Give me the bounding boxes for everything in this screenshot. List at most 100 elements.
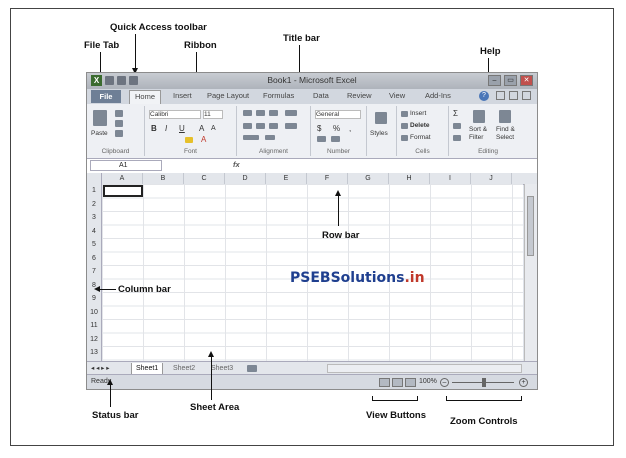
wrap-text-icon[interactable] [285, 110, 297, 116]
delete-cells-button[interactable]: Delete [410, 122, 430, 129]
font-name-select[interactable]: Calibri [149, 110, 201, 119]
sheet-tab-2[interactable]: Sheet2 [169, 363, 199, 374]
underline-button[interactable]: U [179, 124, 185, 133]
indent-icon[interactable] [243, 135, 259, 140]
find-select-icon[interactable] [499, 110, 511, 123]
help-icon[interactable]: ? [479, 91, 489, 101]
row-header[interactable]: 5 [87, 238, 101, 252]
styles-button[interactable]: Styles [370, 130, 388, 137]
align-right-icon[interactable] [269, 123, 278, 129]
comma-button[interactable]: , [349, 124, 351, 133]
grow-font-button[interactable]: A [199, 124, 204, 133]
tab-review[interactable]: Review [347, 91, 372, 100]
format-cells-button[interactable]: Format [410, 134, 431, 141]
tab-view[interactable]: View [389, 91, 405, 100]
fill-color-icon[interactable] [185, 137, 193, 143]
select-all-corner[interactable] [87, 173, 102, 184]
percent-button[interactable]: % [333, 124, 340, 133]
tab-addins[interactable]: Add-Ins [425, 91, 451, 100]
zoom-slider-thumb[interactable] [482, 378, 486, 387]
zoom-out-button[interactable]: – [440, 378, 449, 387]
column-header[interactable]: F [307, 173, 348, 184]
ribbon-restore-icon[interactable] [509, 91, 518, 100]
cut-icon[interactable] [115, 110, 123, 117]
sort-filter-button[interactable]: Sort & [469, 126, 487, 133]
column-header[interactable]: J [471, 173, 512, 184]
tab-file[interactable]: File [91, 90, 121, 103]
ribbon-close-icon[interactable] [522, 91, 531, 100]
row-header[interactable]: 4 [87, 225, 101, 239]
row-header[interactable]: 11 [87, 319, 101, 333]
normal-view-button[interactable] [379, 378, 390, 387]
fill-icon[interactable] [453, 123, 461, 129]
column-header[interactable]: D [225, 173, 266, 184]
minimize-button[interactable]: – [488, 75, 501, 86]
tab-insert[interactable]: Insert [173, 91, 192, 100]
row-header[interactable]: 9 [87, 292, 101, 306]
insert-cells-icon[interactable] [401, 111, 408, 117]
format-cells-icon[interactable] [401, 135, 408, 141]
align-bottom-icon[interactable] [269, 110, 278, 116]
vertical-scrollbar[interactable] [524, 184, 537, 361]
function-icon[interactable]: fx [233, 160, 240, 169]
active-cell[interactable] [103, 185, 143, 197]
autosum-button[interactable]: Σ [453, 109, 458, 118]
merge-center-icon[interactable] [285, 123, 297, 129]
insert-cells-button[interactable]: Insert [410, 110, 426, 117]
horizontal-scrollbar[interactable] [327, 364, 522, 373]
row-header[interactable]: 3 [87, 211, 101, 225]
row-header[interactable]: 13 [87, 346, 101, 360]
column-header[interactable]: H [389, 173, 430, 184]
shrink-font-button[interactable]: A [211, 125, 216, 132]
row-header[interactable]: 12 [87, 333, 101, 347]
restore-button[interactable]: ▭ [504, 75, 517, 86]
italic-button[interactable]: I [165, 124, 167, 133]
row-header[interactable]: 7 [87, 265, 101, 279]
align-left-icon[interactable] [243, 123, 252, 129]
copy-icon[interactable] [115, 120, 123, 127]
align-center-icon[interactable] [256, 123, 265, 129]
tab-data[interactable]: Data [313, 91, 329, 100]
page-layout-view-button[interactable] [392, 378, 403, 387]
column-header[interactable]: B [143, 173, 184, 184]
row-header[interactable]: 10 [87, 306, 101, 320]
bold-button[interactable]: B [151, 124, 157, 133]
delete-cells-icon[interactable] [401, 123, 408, 129]
column-header[interactable]: I [430, 173, 471, 184]
zoom-level[interactable]: 100% [419, 378, 437, 385]
column-header[interactable]: G [348, 173, 389, 184]
format-painter-icon[interactable] [115, 130, 123, 137]
page-break-view-button[interactable] [405, 378, 416, 387]
vertical-scroll-thumb[interactable] [527, 196, 534, 256]
align-top-icon[interactable] [243, 110, 252, 116]
sort-filter-icon[interactable] [473, 110, 485, 123]
tab-home[interactable]: Home [129, 90, 162, 104]
increase-decimal-icon[interactable] [317, 136, 326, 142]
row-header[interactable]: 2 [87, 198, 101, 212]
align-middle-icon[interactable] [256, 110, 265, 116]
paste-icon[interactable] [93, 110, 107, 126]
ribbon-minimize-icon[interactable] [496, 91, 505, 100]
column-header[interactable]: A [102, 173, 143, 184]
font-color-button[interactable]: A [201, 135, 206, 144]
currency-button[interactable]: $ [317, 124, 321, 133]
column-header[interactable]: C [184, 173, 225, 184]
styles-icon[interactable] [375, 112, 387, 124]
name-box[interactable]: A1 [90, 160, 162, 171]
insert-sheet-icon[interactable] [247, 365, 257, 372]
decrease-decimal-icon[interactable] [331, 136, 340, 142]
orientation-icon[interactable] [265, 135, 275, 140]
font-size-select[interactable]: 11 [203, 110, 223, 119]
tab-formulas[interactable]: Formulas [263, 91, 294, 100]
zoom-in-button[interactable]: + [519, 378, 528, 387]
find-select-button[interactable]: Find & [496, 126, 515, 133]
paste-button[interactable]: Paste [91, 130, 108, 137]
close-button[interactable]: ✕ [520, 75, 533, 86]
row-header[interactable]: 1 [87, 184, 101, 198]
sheet-nav-buttons[interactable]: ◂ ◂ ▸ ▸ [91, 364, 109, 372]
number-format-select[interactable]: General [315, 110, 361, 119]
row-header[interactable]: 6 [87, 252, 101, 266]
column-header[interactable]: E [266, 173, 307, 184]
tab-page-layout[interactable]: Page Layout [207, 91, 249, 100]
clear-icon[interactable] [453, 135, 461, 141]
